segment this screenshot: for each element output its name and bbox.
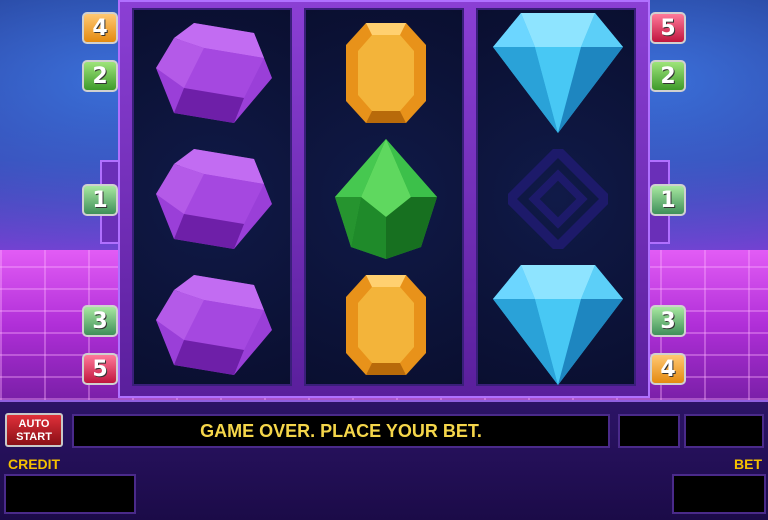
purple-gem-icon bbox=[134, 10, 294, 136]
reel-2 bbox=[304, 8, 464, 386]
orange-gem-icon bbox=[306, 10, 466, 136]
credit-display bbox=[4, 474, 136, 514]
payline-left-5[interactable]: 5 bbox=[82, 353, 118, 385]
reel-3 bbox=[476, 8, 636, 386]
payline-left-1[interactable]: 1 bbox=[82, 184, 118, 216]
payline-right-3[interactable]: 3 bbox=[650, 305, 686, 337]
bet-display[interactable] bbox=[672, 474, 766, 514]
payline-right-5[interactable]: 5 bbox=[650, 12, 686, 44]
auto-start-label-1: AUTO bbox=[18, 418, 50, 430]
payline-left-2[interactable]: 2 bbox=[82, 60, 118, 92]
auto-start-label-2: START bbox=[16, 431, 52, 443]
blue-diamond-icon bbox=[478, 262, 638, 388]
blue-diamond-icon bbox=[478, 10, 638, 136]
auto-start-button[interactable]: AUTO START bbox=[5, 413, 63, 447]
payline-left-3[interactable]: 3 bbox=[82, 305, 118, 337]
payline-right-4[interactable]: 4 bbox=[650, 353, 686, 385]
orange-gem-icon bbox=[306, 262, 466, 388]
green-gem-icon bbox=[306, 136, 466, 262]
credit-label: CREDIT bbox=[8, 456, 61, 472]
purple-gem-icon bbox=[134, 262, 294, 388]
payline-right-1[interactable]: 1 bbox=[650, 184, 686, 216]
payline-left-4[interactable]: 4 bbox=[82, 12, 118, 44]
empty-slot-icon bbox=[478, 136, 638, 262]
bet-label: BET bbox=[734, 456, 762, 472]
reel-1 bbox=[132, 8, 292, 386]
purple-gem-icon bbox=[134, 136, 294, 262]
info-display bbox=[684, 414, 764, 448]
status-message: GAME OVER. PLACE YOUR BET. bbox=[72, 414, 610, 448]
status-message-text: GAME OVER. PLACE YOUR BET. bbox=[200, 420, 482, 441]
win-display bbox=[618, 414, 680, 448]
payline-right-2[interactable]: 2 bbox=[650, 60, 686, 92]
